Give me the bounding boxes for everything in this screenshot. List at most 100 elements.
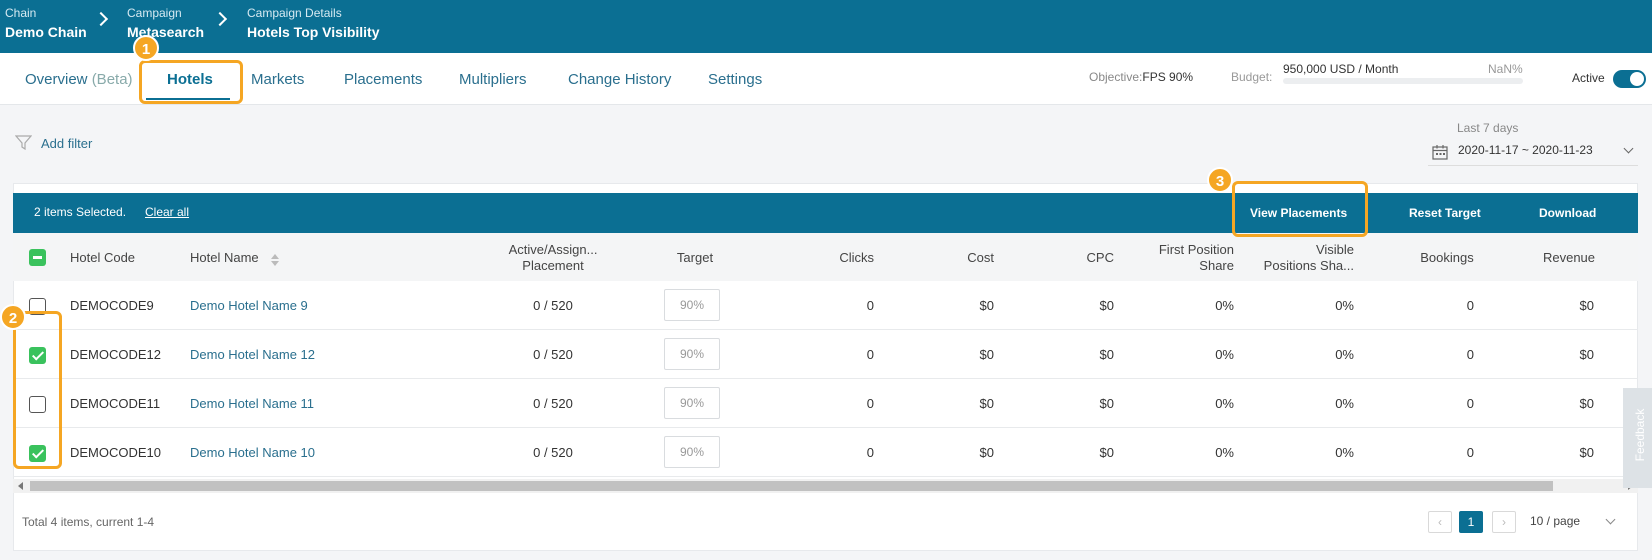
visible-positions-share-value: 0% bbox=[1335, 396, 1354, 411]
cpc-value: $0 bbox=[1099, 445, 1114, 460]
placement-count: 0 / 520 bbox=[533, 396, 573, 411]
first-position-share-value: 0% bbox=[1215, 298, 1234, 313]
cost-value: $0 bbox=[979, 298, 994, 313]
column-header-line: Active/Assign... bbox=[508, 242, 598, 257]
table-row: DEMOCODE12 Demo Hotel Name 12 0 / 520 90… bbox=[13, 330, 1638, 379]
sort-icon[interactable] bbox=[270, 253, 280, 267]
table-row: DEMOCODE10 Demo Hotel Name 10 0 / 520 90… bbox=[13, 428, 1638, 477]
clear-all-link[interactable]: Clear all bbox=[145, 205, 189, 219]
beta-label: (Beta) bbox=[91, 71, 133, 88]
first-position-share-value: 0% bbox=[1215, 347, 1234, 362]
first-position-share-value: 0% bbox=[1215, 396, 1234, 411]
calendar-icon bbox=[1432, 145, 1448, 160]
tab-change-history[interactable]: Change History bbox=[568, 71, 671, 88]
bookings-value: 0 bbox=[1466, 396, 1474, 411]
column-header-line: First Position bbox=[1158, 242, 1234, 257]
tab-overview[interactable]: Overview (Beta) bbox=[25, 71, 133, 88]
clicks-value: 0 bbox=[866, 445, 874, 460]
date-range-label: Last 7 days bbox=[1457, 121, 1519, 135]
date-range-value: 2020-11-17 ~ 2020-11-23 bbox=[1458, 143, 1593, 157]
tab-settings[interactable]: Settings bbox=[708, 71, 762, 88]
breadcrumb-label: Campaign Details bbox=[247, 6, 342, 20]
placement-count: 0 / 520 bbox=[533, 298, 573, 313]
objective: Objective:FPS 90% bbox=[1089, 70, 1193, 84]
highlight-view-placements bbox=[1232, 181, 1368, 237]
cpc-value: $0 bbox=[1099, 396, 1114, 411]
prev-page-button[interactable]: ‹ bbox=[1428, 511, 1452, 533]
clicks-value: 0 bbox=[866, 298, 874, 313]
breadcrumb-label: Chain bbox=[5, 6, 37, 20]
column-header-hotel-code: Hotel Code bbox=[70, 250, 136, 265]
column-header-clicks: Clicks bbox=[839, 250, 874, 265]
hotel-name-link[interactable]: Demo Hotel Name 10 bbox=[190, 445, 315, 460]
visible-positions-share-value: 0% bbox=[1335, 445, 1354, 460]
breadcrumb-campaign[interactable]: Campaign Metasearch bbox=[127, 6, 204, 40]
column-header-cost: Cost bbox=[967, 250, 994, 265]
target-input[interactable]: 90% bbox=[664, 387, 720, 419]
scroll-left-icon[interactable] bbox=[18, 482, 23, 490]
selection-bar: 2 items Selected. Clear all View Placeme… bbox=[13, 193, 1638, 233]
budget-label: Budget: bbox=[1231, 70, 1273, 84]
breadcrumb-label: Campaign bbox=[127, 6, 182, 20]
bookings-value: 0 bbox=[1466, 347, 1474, 362]
active-toggle[interactable] bbox=[1613, 70, 1646, 88]
selection-count: 2 items Selected. bbox=[34, 205, 127, 219]
total-items-text: Total 4 items, current 1-4 bbox=[22, 515, 155, 529]
hotel-name-link[interactable]: Demo Hotel Name 11 bbox=[190, 396, 314, 411]
hotel-code: DEMOCODE12 bbox=[70, 347, 162, 362]
bookings-value: 0 bbox=[1466, 298, 1474, 313]
column-header-line: Positions Sha... bbox=[1263, 258, 1354, 273]
step-badge: 3 bbox=[1207, 167, 1233, 193]
column-header-cpc: CPC bbox=[1086, 250, 1114, 265]
active-label: Active bbox=[1572, 71, 1605, 85]
tab-markets[interactable]: Markets bbox=[251, 71, 304, 88]
feedback-tab[interactable]: Feedback bbox=[1623, 388, 1652, 488]
hotel-code: DEMOCODE11 bbox=[70, 396, 161, 411]
hotel-name-link[interactable]: Demo Hotel Name 9 bbox=[190, 298, 308, 313]
tab-multipliers[interactable]: Multipliers bbox=[459, 71, 527, 88]
scrollbar-thumb[interactable] bbox=[30, 481, 1553, 491]
date-range-picker[interactable]: 2020-11-17 ~ 2020-11-23 bbox=[1428, 140, 1638, 166]
revenue-value: $0 bbox=[1579, 396, 1594, 411]
hotel-name-link[interactable]: Demo Hotel Name 12 bbox=[190, 347, 315, 362]
cpc-value: $0 bbox=[1099, 298, 1114, 313]
target-input[interactable]: 90% bbox=[664, 289, 720, 321]
page-title: Hotels Top Visibility bbox=[247, 24, 380, 40]
page-1-button[interactable]: 1 bbox=[1459, 511, 1483, 533]
select-all-checkbox[interactable] bbox=[29, 249, 46, 266]
first-position-share-value: 0% bbox=[1215, 445, 1234, 460]
chevron-right-icon bbox=[93, 11, 109, 27]
bookings-value: 0 bbox=[1466, 445, 1474, 460]
column-header-line: Visible bbox=[1315, 242, 1354, 257]
placement-count: 0 / 520 bbox=[533, 347, 573, 362]
breadcrumb-campaign-details: Campaign Details Hotels Top Visibility bbox=[247, 6, 380, 40]
step-badge: 1 bbox=[133, 35, 159, 61]
objective-value: FPS 90% bbox=[1142, 70, 1194, 84]
breadcrumb-value: Demo Chain bbox=[5, 24, 87, 40]
download-button[interactable]: Download bbox=[1539, 206, 1596, 220]
horizontal-scrollbar[interactable] bbox=[13, 479, 1638, 493]
next-page-button[interactable]: › bbox=[1492, 511, 1516, 533]
cost-value: $0 bbox=[979, 396, 994, 411]
table-row: DEMOCODE11 Demo Hotel Name 11 0 / 520 90… bbox=[13, 379, 1638, 428]
cost-value: $0 bbox=[979, 445, 994, 460]
column-header-visible-positions-share: Visible Positions Sha... bbox=[1224, 242, 1354, 274]
add-filter-button[interactable]: Add filter bbox=[41, 136, 92, 151]
column-header-bookings: Bookings bbox=[1420, 250, 1474, 265]
tab-placements[interactable]: Placements bbox=[344, 71, 422, 88]
page-size-select[interactable]: 10 / page bbox=[1530, 514, 1580, 528]
objective-label: Objective: bbox=[1089, 70, 1143, 84]
target-input[interactable]: 90% bbox=[664, 338, 720, 370]
column-header-target: Target bbox=[676, 250, 714, 265]
reset-target-button[interactable]: Reset Target bbox=[1409, 206, 1481, 220]
column-header-hotel-name[interactable]: Hotel Name bbox=[190, 250, 259, 266]
clicks-value: 0 bbox=[866, 396, 874, 411]
visible-positions-share-value: 0% bbox=[1335, 347, 1354, 362]
target-input[interactable]: 90% bbox=[664, 436, 720, 468]
highlight-hotels-tab bbox=[139, 60, 243, 104]
highlight-row-checkboxes bbox=[13, 311, 62, 469]
table-row: DEMOCODE9 Demo Hotel Name 9 0 / 520 90% … bbox=[13, 281, 1638, 330]
column-header-line: Placement bbox=[522, 258, 584, 273]
breadcrumb-chain[interactable]: Chain Demo Chain bbox=[5, 6, 87, 40]
filter-icon[interactable] bbox=[15, 135, 32, 150]
